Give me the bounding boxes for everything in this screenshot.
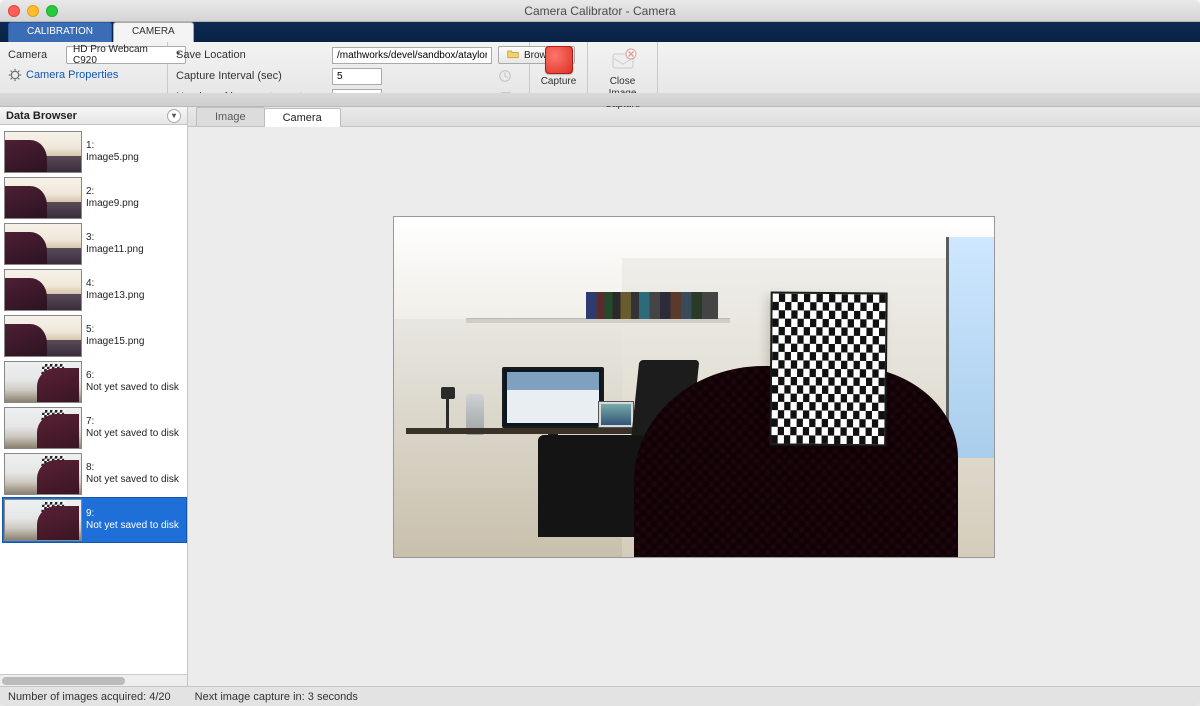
thumbnail-label: 6:Not yet saved to disk (86, 370, 179, 395)
toolstrip: Camera HD Pro Webcam C920 Camera Propert… (0, 42, 1200, 107)
status-bar: Number of images acquired: 4/20 Next ima… (0, 686, 1200, 706)
camera-properties-button[interactable]: Camera Properties (8, 68, 159, 82)
data-browser-panel: Data Browser ▾ 1:Image5.png 2:Image9.png 3… (0, 107, 188, 686)
thumbnail-item[interactable]: 7:Not yet saved to disk (2, 405, 187, 451)
thumbnail-image (4, 177, 82, 219)
status-next-capture: Next image capture in: 3 seconds (195, 691, 358, 703)
status-acquired: Number of images acquired: 4/20 (8, 691, 171, 703)
tab-calibration[interactable]: CALIBRATION (8, 22, 112, 42)
capture-button-label: Capture (531, 76, 587, 88)
thumbnail-image (4, 223, 82, 265)
thumbnail-item[interactable]: 6:Not yet saved to disk (2, 359, 187, 405)
thumbnail-hscrollbar[interactable] (0, 674, 187, 686)
window-titlebar: Camera Calibrator - Camera (0, 0, 1200, 22)
viewer-body (188, 127, 1200, 686)
window-zoom-button[interactable] (46, 5, 58, 17)
window-close-button[interactable] (8, 5, 20, 17)
thumbnail-image (4, 315, 82, 357)
camera-live-preview (394, 217, 994, 557)
thumbnail-image (4, 361, 82, 403)
toolstrip-tabbar: CALIBRATION CAMERA (0, 22, 1200, 42)
data-browser-menu-button[interactable]: ▾ (167, 109, 181, 123)
tab-camera[interactable]: CAMERA (113, 22, 194, 42)
folder-icon (507, 48, 521, 62)
record-icon (545, 46, 573, 74)
data-browser-title: Data Browser (6, 110, 77, 122)
thumbnail-item[interactable]: 2:Image9.png (2, 175, 187, 221)
thumbnail-item[interactable]: 4:Image13.png (2, 267, 187, 313)
thumbnail-label: 1:Image5.png (86, 140, 139, 165)
thumbnail-label: 8:Not yet saved to disk (86, 462, 179, 487)
thumbnail-item[interactable]: 9:Not yet saved to disk (2, 497, 187, 543)
camera-properties-label: Camera Properties (26, 69, 118, 81)
capture-interval-input[interactable] (332, 68, 382, 85)
close-icon (609, 46, 637, 74)
thumbnail-list[interactable]: 1:Image5.png 2:Image9.png 3:Image11.png 4:I… (0, 125, 187, 674)
capture-button[interactable]: Capture (531, 46, 587, 88)
camera-select-value: HD Pro Webcam C920 (73, 44, 167, 66)
thumbnail-image (4, 453, 82, 495)
window-minimize-button[interactable] (27, 5, 39, 17)
window-title: Camera Calibrator - Camera (524, 4, 675, 18)
save-location-label: Save Location (176, 49, 326, 61)
thumbnail-image (4, 269, 82, 311)
thumbnail-item[interactable]: 1:Image5.png (2, 129, 187, 175)
save-location-input[interactable] (332, 47, 492, 64)
clock-icon (498, 69, 512, 83)
viewer-tab-camera[interactable]: Camera (264, 108, 341, 127)
thumbnail-label: 4:Image13.png (86, 278, 144, 303)
thumbnail-item[interactable]: 3:Image11.png (2, 221, 187, 267)
close-capture-label-1: Close (595, 76, 651, 88)
thumbnail-item[interactable]: 5:Image15.png (2, 313, 187, 359)
thumbnail-label: 2:Image9.png (86, 186, 139, 211)
thumbnail-image (4, 131, 82, 173)
gear-icon (8, 68, 22, 82)
thumbnail-label: 5:Image15.png (86, 324, 144, 349)
capture-interval-label: Capture Interval (sec) (176, 70, 326, 82)
camera-label: Camera (8, 49, 60, 61)
viewer-tabbar: Image Camera (188, 107, 1200, 127)
thumbnail-image (4, 407, 82, 449)
checkerboard-icon (769, 291, 887, 446)
thumbnail-item[interactable]: 8:Not yet saved to disk (2, 451, 187, 497)
thumbnail-label: 3:Image11.png (86, 232, 144, 257)
viewer-tab-image[interactable]: Image (196, 107, 265, 126)
thumbnail-label: 9:Not yet saved to disk (86, 508, 179, 533)
thumbnail-image (4, 499, 82, 541)
thumbnail-label: 7:Not yet saved to disk (86, 416, 179, 441)
